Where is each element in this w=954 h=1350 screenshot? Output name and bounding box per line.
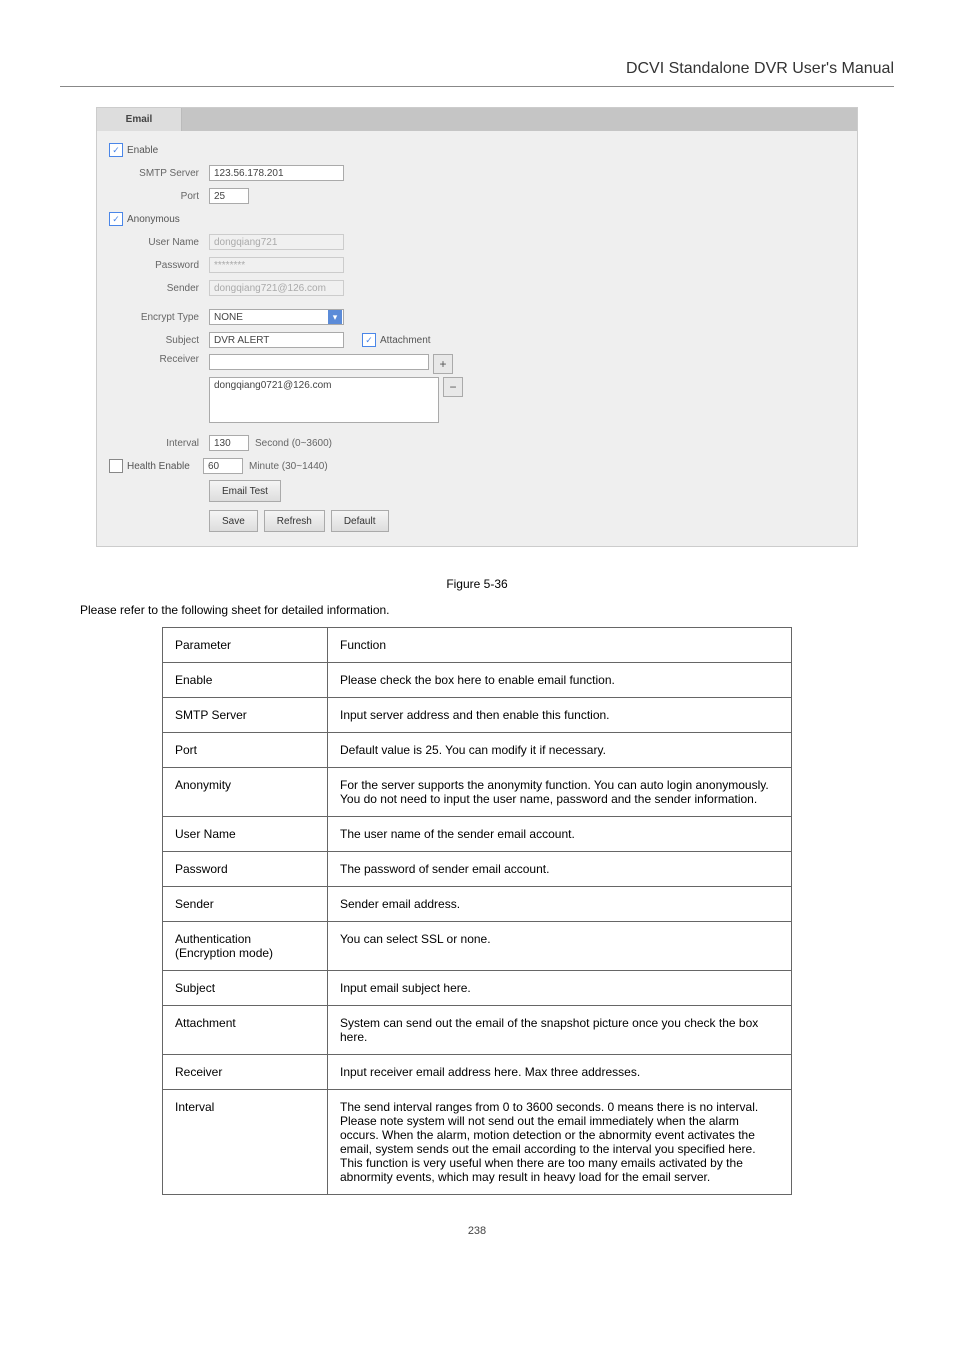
- health-label: Health Enable: [127, 461, 203, 472]
- subject-label: Subject: [109, 335, 209, 346]
- sender-input[interactable]: [209, 280, 344, 296]
- refresh-button[interactable]: Refresh: [264, 510, 325, 532]
- param-cell: Password: [163, 852, 328, 887]
- encrypt-label: Encrypt Type: [109, 312, 209, 323]
- param-cell: User Name: [163, 817, 328, 852]
- page-number: 238: [0, 1225, 954, 1237]
- attachment-label: Attachment: [380, 335, 431, 346]
- table-row: SMTP ServerInput server address and then…: [163, 698, 792, 733]
- add-receiver-button[interactable]: +: [433, 354, 453, 374]
- table-row: SubjectInput email subject here.: [163, 971, 792, 1006]
- page-header-title: DCVI Standalone DVR User's Manual: [0, 0, 954, 86]
- func-cell: Please check the box here to enable emai…: [328, 663, 792, 698]
- form-area: ✓ Enable SMTP Server Port ✓ Anonymous Us…: [97, 131, 857, 546]
- default-button[interactable]: Default: [331, 510, 389, 532]
- receiver-list[interactable]: dongqiang0721@126.com: [209, 377, 439, 423]
- encrypt-select[interactable]: [209, 309, 344, 325]
- chevron-down-icon[interactable]: ▾: [328, 310, 342, 324]
- save-button[interactable]: Save: [209, 510, 258, 532]
- param-cell: Enable: [163, 663, 328, 698]
- enable-label: Enable: [127, 145, 158, 156]
- table-row: AnonymityFor the server supports the ano…: [163, 768, 792, 817]
- func-cell: Input receiver email address here. Max t…: [328, 1055, 792, 1090]
- figure-caption: Figure 5-36: [0, 577, 954, 591]
- port-input[interactable]: [209, 188, 249, 204]
- table-row: EnablePlease check the box here to enabl…: [163, 663, 792, 698]
- smtp-input[interactable]: [209, 165, 344, 181]
- anon-label: Anonymous: [127, 214, 180, 225]
- remove-receiver-button[interactable]: −: [443, 377, 463, 397]
- intro-text: Please refer to the following sheet for …: [80, 603, 874, 617]
- table-row: Authentication (Encryption mode)You can …: [163, 922, 792, 971]
- enable-row: ✓ Enable: [109, 141, 845, 159]
- tab-row: Email: [97, 108, 857, 131]
- param-cell: Subject: [163, 971, 328, 1006]
- table-head-param: Parameter: [163, 628, 328, 663]
- anon-checkbox[interactable]: ✓: [109, 212, 123, 226]
- anon-row: ✓ Anonymous: [109, 210, 845, 228]
- param-cell: SMTP Server: [163, 698, 328, 733]
- user-label: User Name: [109, 237, 209, 248]
- tab-spacer: [182, 108, 857, 131]
- user-input[interactable]: [209, 234, 344, 250]
- param-cell: Sender: [163, 887, 328, 922]
- interval-unit: Second (0~3600): [255, 438, 332, 449]
- health-unit: Minute (30~1440): [249, 461, 328, 472]
- smtp-label: SMTP Server: [109, 168, 209, 179]
- health-input[interactable]: [203, 458, 243, 474]
- func-cell: Default value is 25. You can modify it i…: [328, 733, 792, 768]
- table-row: User NameThe user name of the sender ema…: [163, 817, 792, 852]
- func-cell: System can send out the email of the sna…: [328, 1006, 792, 1055]
- table-head-func: Function: [328, 628, 792, 663]
- table-row: PortDefault value is 25. You can modify …: [163, 733, 792, 768]
- email-test-button[interactable]: Email Test: [209, 480, 281, 502]
- param-cell: Port: [163, 733, 328, 768]
- port-label: Port: [109, 191, 209, 202]
- header-rule: [60, 86, 894, 87]
- email-config-screenshot: Email ✓ Enable SMTP Server Port ✓ Anonym…: [96, 107, 858, 547]
- sender-label: Sender: [109, 283, 209, 294]
- param-cell: Attachment: [163, 1006, 328, 1055]
- func-cell: For the server supports the anonymity fu…: [328, 768, 792, 817]
- func-cell: The user name of the sender email accoun…: [328, 817, 792, 852]
- subject-input[interactable]: [209, 332, 344, 348]
- enable-checkbox[interactable]: ✓: [109, 143, 123, 157]
- tab-email[interactable]: Email: [97, 108, 182, 131]
- func-cell: The password of sender email account.: [328, 852, 792, 887]
- param-cell: Receiver: [163, 1055, 328, 1090]
- pass-input[interactable]: [209, 257, 344, 273]
- receiver-input[interactable]: [209, 354, 429, 370]
- table-row: PasswordThe password of sender email acc…: [163, 852, 792, 887]
- health-checkbox[interactable]: [109, 459, 123, 473]
- func-cell: Input server address and then enable thi…: [328, 698, 792, 733]
- interval-label: Interval: [109, 438, 209, 449]
- param-cell: Authentication (Encryption mode): [163, 922, 328, 971]
- table-row: AttachmentSystem can send out the email …: [163, 1006, 792, 1055]
- param-cell: Interval: [163, 1090, 328, 1195]
- table-row: ReceiverInput receiver email address her…: [163, 1055, 792, 1090]
- func-cell: Sender email address.: [328, 887, 792, 922]
- pass-label: Password: [109, 260, 209, 271]
- interval-input[interactable]: [209, 435, 249, 451]
- func-cell: The send interval ranges from 0 to 3600 …: [328, 1090, 792, 1195]
- table-row: IntervalThe send interval ranges from 0 …: [163, 1090, 792, 1195]
- attachment-checkbox[interactable]: ✓: [362, 333, 376, 347]
- receiver-label: Receiver: [109, 354, 209, 365]
- func-cell: Input email subject here.: [328, 971, 792, 1006]
- func-cell: You can select SSL or none.: [328, 922, 792, 971]
- param-cell: Anonymity: [163, 768, 328, 817]
- parameter-table: Parameter Function EnablePlease check th…: [162, 627, 792, 1195]
- table-row: SenderSender email address.: [163, 887, 792, 922]
